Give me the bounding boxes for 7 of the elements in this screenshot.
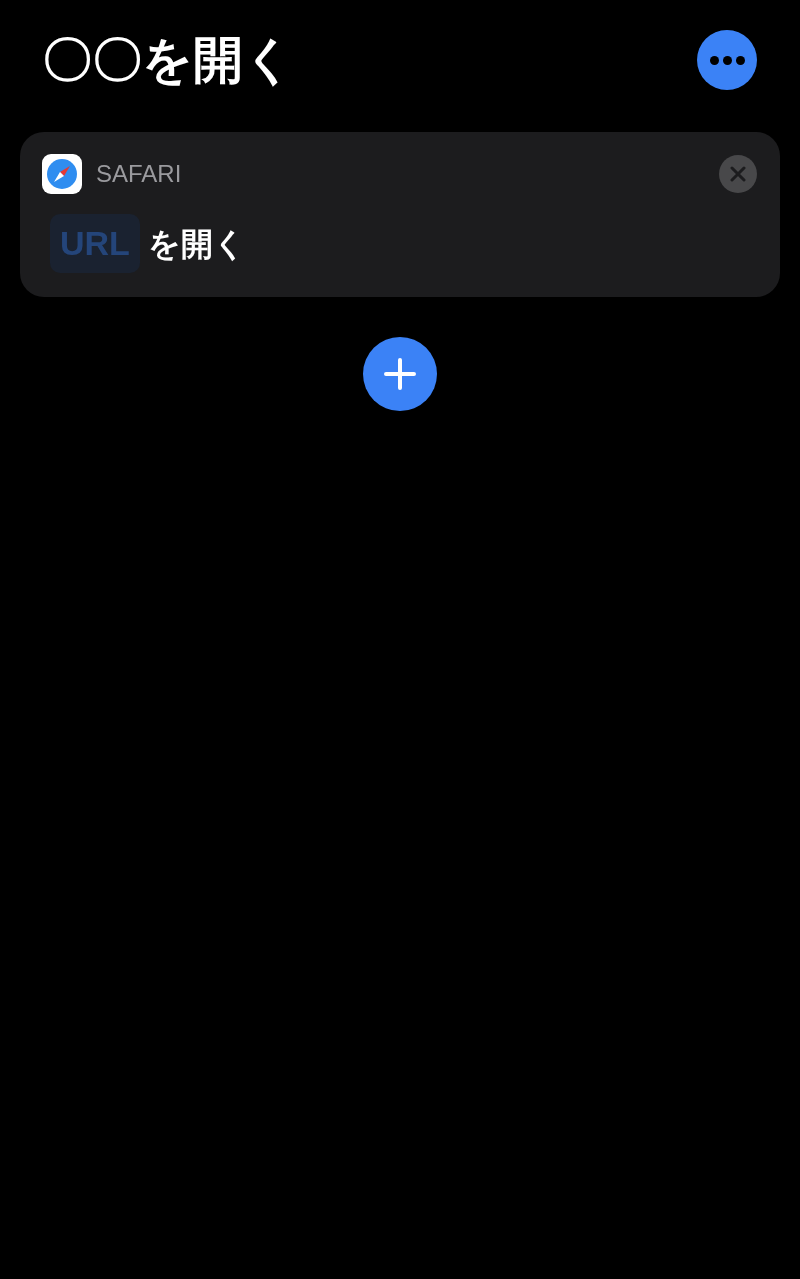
- app-name: SAFARI: [96, 159, 182, 189]
- compass-icon: [42, 154, 82, 194]
- more-button[interactable]: [697, 30, 757, 90]
- page-title: 〇〇を開く: [42, 31, 294, 90]
- plus-icon: [383, 357, 417, 391]
- action-text: を開く: [147, 224, 246, 264]
- close-icon: [730, 166, 746, 182]
